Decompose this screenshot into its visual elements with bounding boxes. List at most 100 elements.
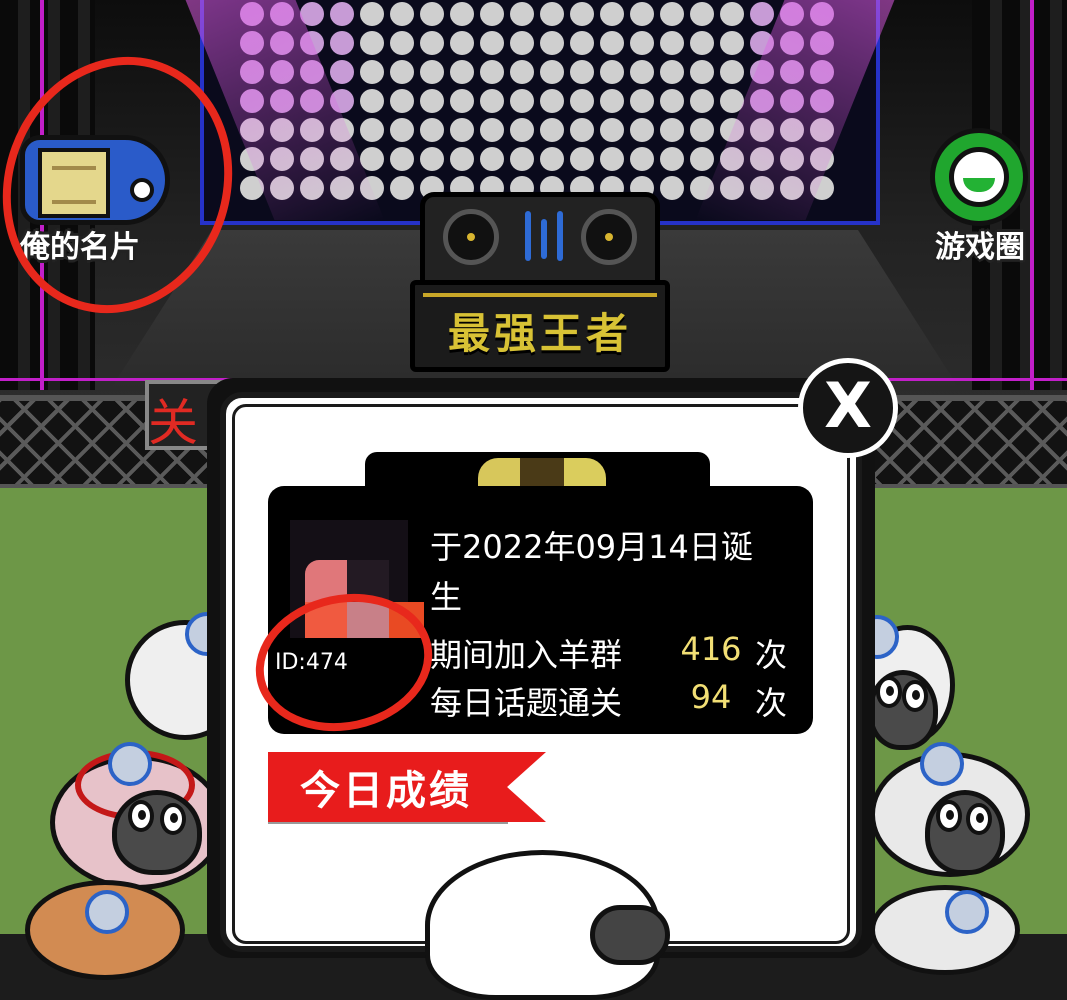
led-dot — [630, 118, 654, 142]
led-dot — [660, 118, 684, 142]
led-dot — [630, 147, 654, 171]
led-dot — [390, 60, 414, 84]
led-dot — [600, 118, 624, 142]
led-dot — [720, 60, 744, 84]
led-dot — [330, 2, 354, 26]
led-dot — [450, 89, 474, 113]
led-dot — [480, 89, 504, 113]
chat-bubble-inner — [949, 147, 1009, 207]
led-dot — [480, 60, 504, 84]
led-dot — [570, 2, 594, 26]
led-dot — [450, 2, 474, 26]
level-sign-text: 关 — [148, 394, 198, 452]
led-dot — [390, 31, 414, 55]
led-dot — [450, 147, 474, 171]
led-dot — [660, 176, 684, 200]
led-dot — [510, 2, 534, 26]
player-avatar-badge — [85, 890, 129, 934]
led-dot — [660, 147, 684, 171]
dj-turntable — [420, 192, 660, 287]
player-avatar-badge — [945, 890, 989, 934]
game-circle-label[interactable]: 游戏圈 — [935, 222, 1025, 266]
stat-label-daily: 每日话题通关 — [430, 684, 623, 722]
led-dot — [330, 31, 354, 55]
sheep — [870, 885, 1020, 975]
led-dot — [570, 118, 594, 142]
led-dot — [660, 89, 684, 113]
led-dot — [360, 2, 384, 26]
led-dot — [690, 31, 714, 55]
led-dot — [510, 147, 534, 171]
stat-value-daily: 94 — [690, 678, 732, 716]
led-dot — [600, 2, 624, 26]
today-score-label: 今日成绩 — [300, 768, 472, 814]
led-dot — [510, 118, 534, 142]
led-dot — [570, 60, 594, 84]
led-dot — [390, 2, 414, 26]
fader-icon — [525, 211, 531, 261]
stat-value-joined: 416 — [680, 630, 742, 668]
led-dot — [600, 147, 624, 171]
led-dot — [660, 60, 684, 84]
sheep-eye — [128, 800, 154, 832]
sheep-eye — [160, 803, 186, 835]
led-dot — [660, 2, 684, 26]
sheep-eye — [966, 803, 992, 835]
led-dot — [720, 2, 744, 26]
sheep-eye — [902, 680, 928, 712]
led-dot — [630, 89, 654, 113]
led-dot — [540, 60, 564, 84]
sheep-eye — [936, 800, 962, 832]
stat-unit: 次 — [755, 684, 788, 722]
sheep-head — [925, 790, 1005, 875]
led-dot — [570, 147, 594, 171]
led-dot — [420, 118, 444, 142]
led-dot — [480, 2, 504, 26]
led-dot — [450, 118, 474, 142]
close-button[interactable]: X — [798, 358, 898, 458]
led-dot — [690, 147, 714, 171]
led-dot — [450, 60, 474, 84]
led-dot — [420, 31, 444, 55]
led-dot — [570, 31, 594, 55]
led-dot — [510, 60, 534, 84]
led-dot — [390, 147, 414, 171]
led-dot — [390, 89, 414, 113]
sheep-head — [112, 790, 202, 875]
led-dot — [420, 2, 444, 26]
birth-date-line: 于2022年09月14日诞 — [430, 528, 753, 566]
turntable-left-icon — [443, 209, 499, 265]
led-dot — [690, 89, 714, 113]
led-dot — [690, 2, 714, 26]
turntable-right-icon — [581, 209, 637, 265]
rank-title: 最强王者 — [447, 309, 632, 358]
player-avatar-badge — [108, 742, 152, 786]
led-dot — [540, 118, 564, 142]
fader-icon — [541, 219, 547, 259]
led-dot — [750, 2, 774, 26]
led-dot — [360, 31, 384, 55]
led-dot — [600, 60, 624, 84]
led-dot — [600, 31, 624, 55]
led-dot — [540, 2, 564, 26]
led-dot — [390, 118, 414, 142]
led-dot — [420, 60, 444, 84]
stat-unit: 次 — [755, 636, 788, 674]
led-dot — [480, 31, 504, 55]
led-dot — [330, 60, 354, 84]
led-dot — [540, 31, 564, 55]
led-dot — [660, 31, 684, 55]
led-dot — [600, 89, 624, 113]
led-dot — [480, 118, 504, 142]
led-dot — [570, 89, 594, 113]
led-dot — [690, 60, 714, 84]
led-dot — [540, 147, 564, 171]
fader-icon — [557, 211, 563, 261]
led-dot — [630, 60, 654, 84]
led-dot — [690, 118, 714, 142]
led-dot — [390, 176, 414, 200]
led-dot — [450, 31, 474, 55]
led-dot — [360, 60, 384, 84]
sheep-illustration-head — [590, 905, 670, 965]
player-avatar-badge — [920, 742, 964, 786]
